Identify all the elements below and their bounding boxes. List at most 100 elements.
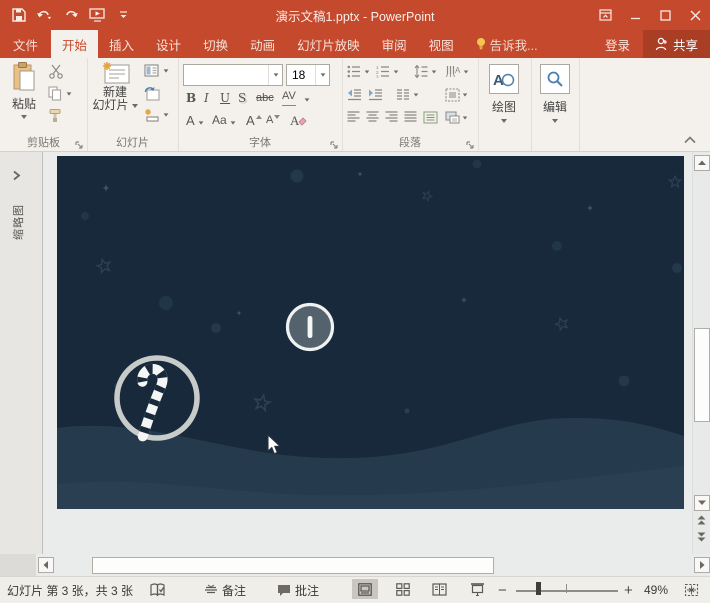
line-spacing-button[interactable] — [414, 65, 437, 78]
normal-view-button[interactable] — [352, 579, 378, 599]
italic-button[interactable]: I — [204, 89, 209, 107]
minimize-button[interactable] — [620, 0, 650, 30]
tab-design[interactable]: 设计 — [145, 30, 192, 58]
collapse-ribbon-button[interactable] — [684, 133, 696, 147]
zoom-slider-track[interactable] — [516, 590, 618, 592]
share-button[interactable]: 共享 — [643, 30, 710, 58]
reset-slide-button[interactable] — [144, 86, 160, 101]
change-case-button[interactable]: Aa — [212, 111, 227, 129]
vertical-scrollbar[interactable] — [692, 152, 710, 554]
zoom-slider-thumb[interactable] — [536, 582, 541, 595]
bold-button[interactable]: B — [186, 89, 196, 107]
slide-canvas[interactable] — [43, 152, 692, 554]
convert-smartart-button[interactable] — [445, 111, 468, 124]
notes-button[interactable]: 备注 — [204, 577, 246, 603]
horizontal-scroll-thumb[interactable] — [92, 557, 494, 574]
paragraph-dialog-launcher[interactable] — [466, 139, 476, 149]
close-button[interactable] — [680, 0, 710, 30]
editing-button[interactable]: 编辑 — [536, 64, 574, 130]
sign-in-button[interactable]: 登录 — [594, 30, 641, 58]
slide-3[interactable] — [57, 156, 684, 509]
tab-review[interactable]: 审阅 — [371, 30, 418, 58]
ribbon: 粘贴 剪贴板 新建 幻灯片 — [0, 58, 710, 152]
distribute-button[interactable] — [423, 111, 438, 124]
scroll-right-button[interactable] — [694, 557, 710, 573]
group-clipboard: 粘贴 剪贴板 — [0, 58, 88, 151]
zoom-level[interactable]: 49% — [644, 577, 668, 603]
text-direction-button[interactable]: A — [446, 65, 469, 78]
change-case-dropdown-arrow[interactable] — [230, 114, 236, 132]
text-shadow-button[interactable]: S — [238, 89, 246, 107]
font-name-dropdown-arrow[interactable] — [268, 65, 282, 85]
font-dialog-launcher[interactable] — [330, 139, 340, 149]
vertical-scroll-thumb[interactable] — [694, 328, 710, 422]
tab-animations[interactable]: 动画 — [239, 30, 286, 58]
bullets-button[interactable] — [347, 65, 370, 78]
redo-button[interactable] — [60, 4, 82, 26]
scroll-down-button[interactable] — [694, 495, 710, 511]
customize-qat-button[interactable] — [112, 4, 134, 26]
numbering-button[interactable]: 123 — [376, 65, 399, 78]
columns-button[interactable] — [396, 88, 419, 101]
start-from-beginning-button[interactable] — [86, 4, 108, 26]
thumbnail-pane-collapsed[interactable]: 缩略图 — [0, 152, 43, 554]
decrease-indent-button[interactable] — [347, 88, 362, 101]
font-color-dropdown-arrow[interactable] — [198, 114, 204, 132]
paste-button[interactable]: 粘贴 — [6, 62, 42, 130]
candle-shape[interactable] — [288, 305, 333, 350]
expand-pane-button[interactable] — [12, 170, 21, 184]
tab-file[interactable]: 文件 — [0, 30, 51, 58]
fit-to-window-button[interactable] — [684, 577, 699, 603]
previous-slide-button[interactable] — [694, 513, 708, 527]
tab-transitions[interactable]: 切换 — [192, 30, 239, 58]
drawing-button[interactable]: A 绘图 — [485, 64, 523, 130]
align-center-button[interactable] — [366, 111, 379, 123]
maximize-button[interactable] — [650, 0, 680, 30]
zoom-out-button[interactable]: − — [498, 577, 507, 603]
new-slide-button[interactable]: 新建 幻灯片 — [92, 61, 138, 131]
scroll-up-button[interactable] — [694, 155, 710, 171]
clipboard-dialog-launcher[interactable] — [75, 139, 85, 149]
reading-view-button[interactable] — [426, 579, 452, 599]
font-color-button[interactable]: A — [186, 111, 195, 129]
copy-button[interactable] — [48, 86, 72, 101]
undo-button[interactable] — [34, 4, 56, 26]
grow-font-button[interactable]: A — [246, 111, 262, 129]
align-right-button[interactable] — [385, 111, 398, 123]
format-painter-button[interactable] — [48, 108, 63, 123]
shrink-font-button[interactable]: A — [266, 111, 280, 129]
scroll-left-button[interactable] — [38, 557, 54, 573]
tab-view[interactable]: 视图 — [418, 30, 465, 58]
tab-home[interactable]: 开始 — [51, 30, 98, 58]
justify-button[interactable] — [404, 111, 417, 123]
tell-me-box[interactable]: 告诉我... — [465, 30, 549, 58]
group-editing: 编辑 — [531, 58, 580, 151]
tab-slide-show[interactable]: 幻灯片放映 — [286, 30, 371, 58]
increase-indent-button[interactable] — [368, 88, 383, 101]
clear-formatting-button[interactable]: A — [290, 111, 307, 129]
align-left-button[interactable] — [347, 111, 360, 123]
font-size-dropdown-arrow[interactable] — [315, 65, 329, 85]
comments-button[interactable]: 批注 — [277, 577, 319, 603]
cut-button[interactable] — [48, 64, 64, 79]
zoom-in-button[interactable]: + — [624, 577, 633, 603]
character-spacing-button[interactable]: AV — [282, 87, 296, 106]
align-text-button[interactable] — [445, 88, 468, 102]
section-button[interactable] — [144, 108, 169, 122]
underline-button[interactable]: U — [220, 89, 230, 107]
strikethrough-button[interactable]: abc — [256, 89, 274, 107]
horizontal-scrollbar[interactable] — [0, 554, 710, 576]
clear-formatting-icon: A — [290, 113, 307, 128]
slide-counter[interactable]: 幻灯片 第 3 张，共 3 张 — [7, 577, 133, 603]
spell-check-button[interactable] — [150, 577, 166, 603]
character-spacing-dropdown-arrow[interactable] — [304, 91, 310, 109]
tab-insert[interactable]: 插入 — [98, 30, 145, 58]
ribbon-display-options-button[interactable] — [590, 0, 620, 30]
slide-sorter-view-button[interactable] — [390, 579, 416, 599]
next-slide-button[interactable] — [694, 530, 708, 544]
slide-show-button[interactable] — [464, 579, 490, 599]
save-button[interactable] — [8, 4, 30, 26]
slide-layout-button[interactable] — [144, 64, 169, 77]
font-size-combo[interactable]: 18 — [286, 64, 330, 86]
font-name-combo[interactable] — [183, 64, 283, 86]
